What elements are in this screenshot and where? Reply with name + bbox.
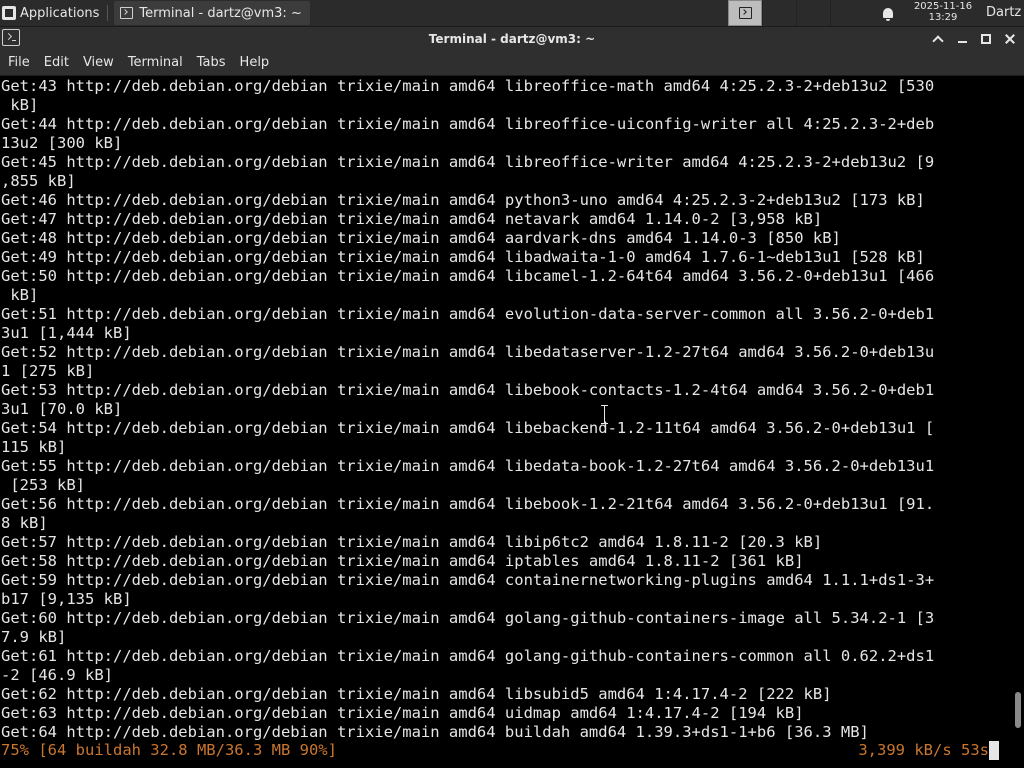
window-controls bbox=[928, 27, 1020, 51]
clock-date: 2025-11-16 bbox=[913, 1, 973, 12]
terminal-line: Get:62 http://deb.debian.org/debian trix… bbox=[1, 685, 832, 703]
workspace-4[interactable] bbox=[830, 0, 864, 26]
terminal-line: 1 [275 kB] bbox=[1, 362, 95, 380]
workspace-1[interactable] bbox=[728, 0, 762, 26]
close-button[interactable] bbox=[1000, 29, 1020, 49]
terminal-line: Get:44 http://deb.debian.org/debian trix… bbox=[1, 115, 935, 133]
menu-terminal[interactable]: Terminal bbox=[120, 51, 189, 75]
window-titlebar[interactable]: Terminal - dartz@vm3: ~ bbox=[0, 27, 1024, 51]
workspace-2[interactable] bbox=[762, 0, 796, 26]
terminal-scrollbar[interactable] bbox=[1012, 76, 1024, 768]
bell-icon bbox=[883, 8, 893, 21]
terminal-line: 8 kB] bbox=[1, 514, 48, 532]
terminal-line: Get:45 http://deb.debian.org/debian trix… bbox=[1, 153, 935, 171]
menu-bar: File Edit View Terminal Tabs Help bbox=[0, 51, 1024, 76]
terminal-line: -2 [46.9 kB] bbox=[1, 666, 113, 684]
notifications-button[interactable] bbox=[880, 5, 896, 21]
menu-tabs[interactable]: Tabs bbox=[189, 51, 232, 75]
menu-view[interactable]: View bbox=[75, 51, 120, 75]
terminal-line: Get:61 http://deb.debian.org/debian trix… bbox=[1, 647, 935, 665]
terminal-line: Get:46 http://deb.debian.org/debian trix… bbox=[1, 191, 925, 209]
terminal-line: 3u1 [70.0 kB] bbox=[1, 400, 123, 418]
taskbar-task-title: Terminal - dartz@vm3: ~ bbox=[139, 5, 302, 21]
menu-file[interactable]: File bbox=[0, 51, 36, 75]
scrollbar-thumb[interactable] bbox=[1015, 692, 1021, 728]
terminal-line: Get:55 http://deb.debian.org/debian trix… bbox=[1, 457, 935, 475]
clock[interactable]: 2025-11-16 13:29 bbox=[908, 1, 978, 23]
menu-help[interactable]: Help bbox=[232, 51, 276, 75]
terminal-line: Get:48 http://deb.debian.org/debian trix… bbox=[1, 229, 841, 247]
terminal-line: kB] bbox=[1, 286, 39, 304]
applications-menu-button[interactable]: Applications bbox=[0, 0, 105, 26]
clock-time: 13:29 bbox=[928, 12, 958, 23]
terminal-line: 115 kB] bbox=[1, 438, 67, 456]
applications-icon bbox=[2, 6, 16, 20]
terminal-line: Get:49 http://deb.debian.org/debian trix… bbox=[1, 248, 925, 266]
user-menu[interactable]: Dartz bbox=[986, 0, 1021, 26]
terminal-output[interactable]: Get:43 http://deb.debian.org/debian trix… bbox=[0, 76, 1012, 768]
chevron-up-icon bbox=[932, 35, 944, 47]
close-icon bbox=[1005, 34, 1015, 44]
terminal-line: Get:63 http://deb.debian.org/debian trix… bbox=[1, 704, 804, 722]
workspace-switcher bbox=[728, 0, 864, 26]
terminal-line: Get:57 http://deb.debian.org/debian trix… bbox=[1, 533, 823, 551]
terminal-icon bbox=[120, 7, 134, 19]
mouse-ibeam-cursor bbox=[600, 405, 609, 424]
minimize-button[interactable] bbox=[952, 29, 972, 49]
terminal-line: [253 kB] bbox=[1, 476, 85, 494]
terminal-line: kB] bbox=[1, 96, 39, 114]
maximize-button[interactable] bbox=[976, 29, 996, 49]
text-cursor bbox=[989, 741, 999, 760]
terminal-line: ,855 kB] bbox=[1, 172, 76, 190]
maximize-icon bbox=[981, 34, 991, 44]
taskbar-separator bbox=[107, 5, 109, 21]
terminal-line: Get:60 http://deb.debian.org/debian trix… bbox=[1, 609, 935, 627]
terminal-line: Get:56 http://deb.debian.org/debian trix… bbox=[1, 495, 935, 513]
terminal-line: Get:58 http://deb.debian.org/debian trix… bbox=[1, 552, 804, 570]
apt-progress-line: 75% [64 buildah 32.8 MB/36.3 MB 90%] 3,3… bbox=[1, 741, 1011, 760]
terminal-line: Get:59 http://deb.debian.org/debian trix… bbox=[1, 571, 935, 589]
applications-label: Applications bbox=[20, 5, 100, 21]
progress-status: 75% [64 buildah 32.8 MB/36.3 MB 90%] bbox=[1, 741, 337, 759]
terminal-line: Get:64 http://deb.debian.org/debian trix… bbox=[1, 723, 869, 741]
terminal-line: 7.9 kB] bbox=[1, 628, 67, 646]
menu-edit[interactable]: Edit bbox=[36, 51, 75, 75]
terminal-line: Get:53 http://deb.debian.org/debian trix… bbox=[1, 381, 935, 399]
terminal-line: b17 [9,135 kB] bbox=[1, 590, 132, 608]
terminal-line: Get:43 http://deb.debian.org/debian trix… bbox=[1, 77, 935, 95]
terminal-line: Get:50 http://deb.debian.org/debian trix… bbox=[1, 267, 935, 285]
terminal-line: 3u1 [1,444 kB] bbox=[1, 324, 132, 342]
terminal-line: 13u2 [300 kB] bbox=[1, 134, 123, 152]
terminal-line: Get:47 http://deb.debian.org/debian trix… bbox=[1, 210, 823, 228]
download-speed: 3,399 kB/s 53s bbox=[858, 741, 989, 759]
terminal-line: Get:51 http://deb.debian.org/debian trix… bbox=[1, 305, 935, 323]
taskbar: Applications Terminal - dartz@vm3: ~ 202… bbox=[0, 0, 1024, 27]
minimize-icon bbox=[957, 41, 967, 43]
workspace-3[interactable] bbox=[796, 0, 830, 26]
shade-button[interactable] bbox=[928, 29, 948, 49]
terminal-lines: Get:43 http://deb.debian.org/debian trix… bbox=[1, 77, 934, 742]
terminal-icon bbox=[738, 7, 752, 19]
terminal-line: Get:54 http://deb.debian.org/debian trix… bbox=[1, 419, 935, 437]
window-title: Terminal - dartz@vm3: ~ bbox=[428, 32, 596, 46]
terminal-line: Get:52 http://deb.debian.org/debian trix… bbox=[1, 343, 935, 361]
terminal-window-icon[interactable] bbox=[2, 29, 20, 46]
taskbar-terminal-task[interactable]: Terminal - dartz@vm3: ~ bbox=[114, 1, 310, 25]
